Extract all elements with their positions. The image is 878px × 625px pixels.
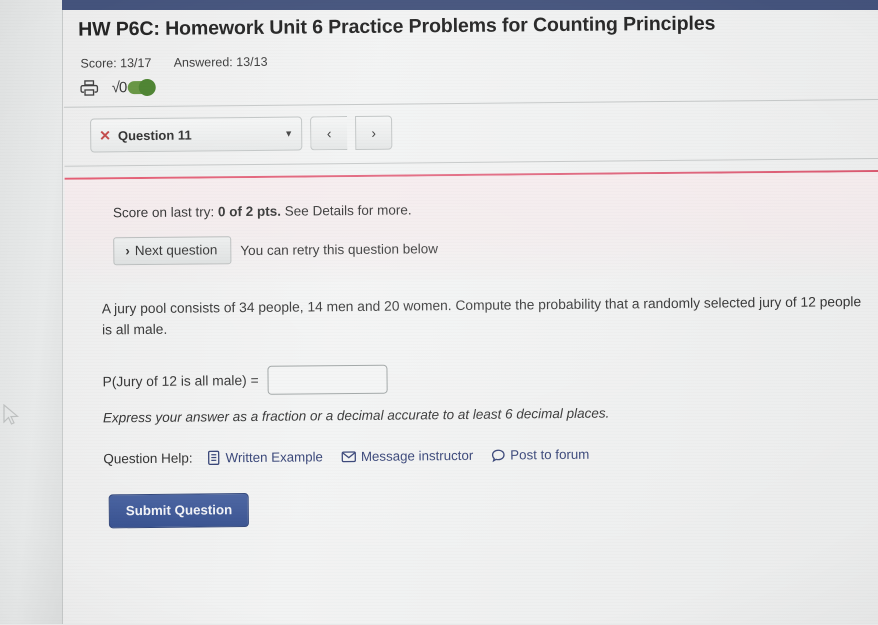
answer-input[interactable] <box>267 365 387 395</box>
page-surface: HW P6C: Homework Unit 6 Practice Problem… <box>63 10 878 624</box>
envelope-icon <box>341 450 356 463</box>
score-value-text: 0 of 2 pts. <box>218 204 281 220</box>
post-to-forum-link[interactable]: Post to forum <box>491 447 589 463</box>
message-instructor-link[interactable]: Message instructor <box>341 448 473 464</box>
divider-mid <box>64 158 878 167</box>
score-on-last-try: Score on last try: 0 of 2 pts. See Detai… <box>113 202 412 220</box>
next-question-label: Next question <box>135 242 218 258</box>
screenshot-canvas: HW P6C: Homework Unit 6 Practice Problem… <box>0 0 878 624</box>
answer-row: P(Jury of 12 is all male) = <box>102 365 387 397</box>
question-help-label: Question Help: <box>103 451 192 467</box>
score-summary: Score: 13/17 Answered: 13/13 <box>80 55 267 71</box>
chevron-left-icon: ‹ <box>327 125 332 141</box>
submit-question-button[interactable]: Submit Question <box>109 493 250 528</box>
divider-top <box>64 99 878 108</box>
answer-prompt-label: P(Jury of 12 is all male) = <box>102 373 258 389</box>
written-example-link[interactable]: Written Example <box>208 449 323 465</box>
answered-label: Answered: 13/13 <box>174 55 268 70</box>
chevron-right-icon: › <box>125 243 130 258</box>
question-select-dropdown[interactable]: ✕ Question 11 ▼ <box>90 116 302 152</box>
question-label: Question 11 <box>118 126 284 143</box>
x-mark-icon: ✕ <box>99 128 111 142</box>
prev-question-button[interactable]: ‹ <box>310 116 347 150</box>
document-icon <box>208 450 221 465</box>
question-body-text: A jury pool consists of 34 people, 14 me… <box>102 291 874 341</box>
retry-note-text: You can retry this question below <box>240 241 438 258</box>
message-instructor-label: Message instructor <box>361 448 473 464</box>
toggle-switch-on-icon[interactable] <box>127 81 153 94</box>
mouse-cursor-icon <box>2 404 22 426</box>
post-to-forum-label: Post to forum <box>510 447 589 463</box>
next-question-link-button[interactable]: › Next question <box>113 236 231 265</box>
retry-row: › Next question You can retry this questi… <box>113 234 438 265</box>
equation-editor-toggle[interactable]: √0 <box>112 79 154 96</box>
written-example-label: Written Example <box>226 449 323 465</box>
chevron-right-icon: › <box>371 125 376 141</box>
speech-bubble-icon <box>491 448 505 462</box>
score-prefix-text: Score on last try: <box>113 204 218 220</box>
feedback-panel: Score on last try: 0 of 2 pts. See Detai… <box>65 172 878 284</box>
toolbar: √0 <box>80 78 154 98</box>
sqrt-icon: √0 <box>112 79 127 96</box>
chevron-down-icon: ▼ <box>284 129 293 139</box>
next-question-button[interactable]: › <box>355 116 392 150</box>
question-navigation: ✕ Question 11 ▼ ‹ › <box>90 116 392 153</box>
score-label: Score: 13/17 <box>80 56 151 71</box>
page-title: HW P6C: Homework Unit 6 Practice Problem… <box>78 11 868 42</box>
printer-icon[interactable] <box>80 78 99 97</box>
question-help-row: Question Help: Written Example <box>103 447 599 467</box>
left-bezel-panel <box>0 0 63 624</box>
score-suffix-text: See Details for more. <box>281 202 412 218</box>
answer-format-note: Express your answer as a fraction or a d… <box>103 406 610 426</box>
